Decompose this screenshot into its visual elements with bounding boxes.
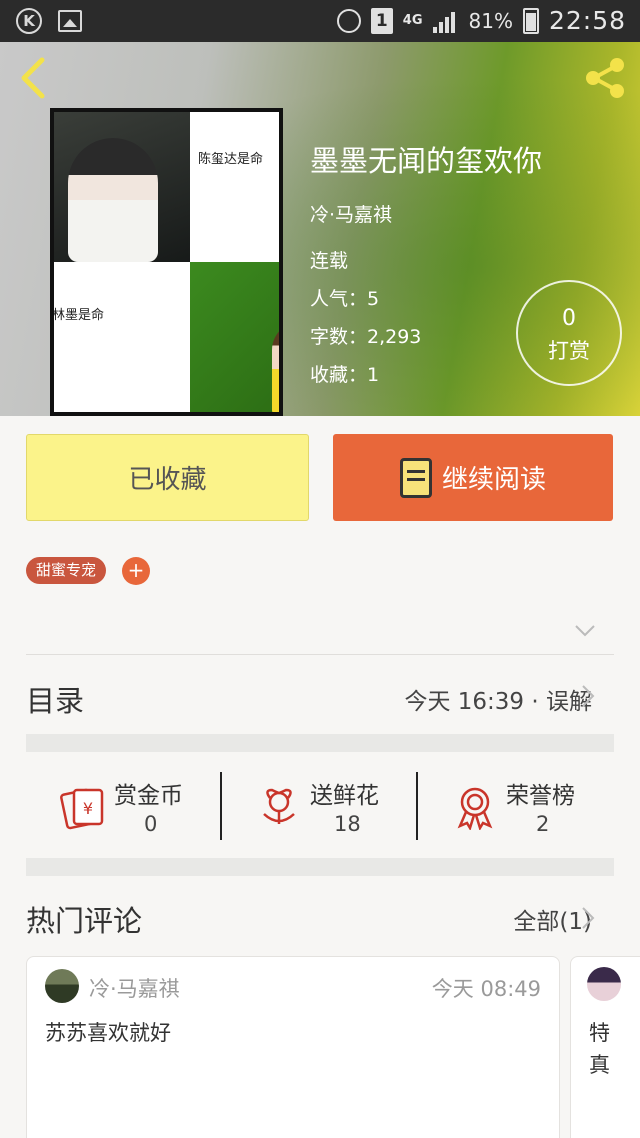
alarm-icon — [336, 8, 361, 33]
flower-icon — [263, 788, 295, 824]
medal-icon — [457, 787, 493, 830]
hot-comments-title: 热门评论 — [26, 904, 143, 938]
chevron-right-icon[interactable] — [581, 684, 595, 708]
coin-reward-value: 0 — [144, 812, 158, 836]
section-separator — [26, 734, 614, 752]
book-header: 陈玺达是命 林墨是命 墨墨无闻的玺欢你 冷·马嘉祺 连载 人气：5 字数：2,2… — [0, 42, 640, 416]
honor-board-label: 荣誉榜 — [506, 783, 575, 809]
comment-user[interactable]: 冷·马嘉祺 — [89, 973, 180, 1003]
add-tag-button[interactable]: + — [122, 557, 150, 585]
back-arrow-icon[interactable] — [14, 56, 54, 100]
avatar[interactable] — [45, 969, 79, 1003]
chevron-down-icon[interactable] — [574, 624, 596, 638]
battery-percent: 81% — [468, 8, 513, 33]
book-favorites: 收藏：1 — [310, 364, 380, 386]
reward-button[interactable]: 0 打赏 — [516, 280, 622, 386]
send-flowers-label: 送鲜花 — [310, 783, 379, 809]
send-flowers-stat[interactable]: 送鲜花 18 — [256, 772, 406, 840]
comment-card[interactable]: 冷·马嘉祺 今天 08:49 苏苏喜欢就好 — [26, 956, 560, 1138]
share-icon[interactable] — [582, 56, 628, 100]
coin-reward-stat[interactable]: ¥ 赏金币 0 — [60, 772, 210, 840]
coin-reward-label: 赏金币 — [114, 783, 183, 809]
honor-board-stat[interactable]: 荣誉榜 2 — [452, 772, 602, 840]
avatar[interactable] — [587, 967, 621, 1001]
honor-board-value: 2 — [536, 812, 550, 836]
battery-icon — [522, 7, 539, 34]
gallery-icon — [58, 10, 82, 32]
reward-label: 打赏 — [548, 339, 590, 363]
continue-reading-label: 继续阅读 — [441, 465, 546, 495]
comment-card[interactable]: 特 真 — [570, 956, 640, 1138]
section-separator — [26, 858, 614, 876]
divider — [220, 772, 222, 840]
svg-text:¥: ¥ — [83, 799, 93, 818]
chevron-right-icon[interactable] — [581, 906, 595, 930]
comment-text: 特 — [589, 1021, 610, 1045]
divider — [416, 772, 418, 840]
tag-chip[interactable]: 甜蜜专宠 — [26, 557, 107, 584]
comment-time: 今天 08:49 — [431, 977, 541, 1001]
network-type: 4G — [402, 12, 423, 28]
comment-text: 苏苏喜欢就好 — [45, 1021, 171, 1045]
favorited-button[interactable]: 已收藏 — [26, 434, 309, 521]
book-icon — [399, 457, 432, 498]
signal-icon — [432, 9, 459, 33]
status-bar: K 1 4G 81% 22:58 — [0, 0, 640, 42]
sim-icon: 1 — [370, 7, 393, 34]
k-app-icon: K — [16, 8, 42, 34]
catalog-latest-chapter[interactable]: 今天 16:39 · 误解 — [404, 682, 592, 716]
book-word-count: 字数：2,293 — [310, 326, 422, 348]
send-flowers-value: 18 — [334, 812, 361, 836]
comment-text: 真 — [589, 1053, 610, 1077]
continue-reading-button[interactable]: 继续阅读 — [333, 434, 613, 521]
book-popularity: 人气：5 — [310, 288, 380, 310]
divider — [26, 654, 614, 655]
reward-count: 0 — [562, 306, 576, 331]
book-status: 连载 — [310, 250, 349, 272]
clock: 22:58 — [548, 6, 626, 35]
red-envelope-icon: ¥ — [60, 788, 104, 830]
book-author[interactable]: 冷·马嘉祺 — [310, 200, 392, 227]
book-title: 墨墨无闻的玺欢你 — [310, 144, 543, 178]
book-cover[interactable]: 陈玺达是命 林墨是命 — [50, 108, 283, 416]
catalog-title[interactable]: 目录 — [26, 678, 84, 720]
